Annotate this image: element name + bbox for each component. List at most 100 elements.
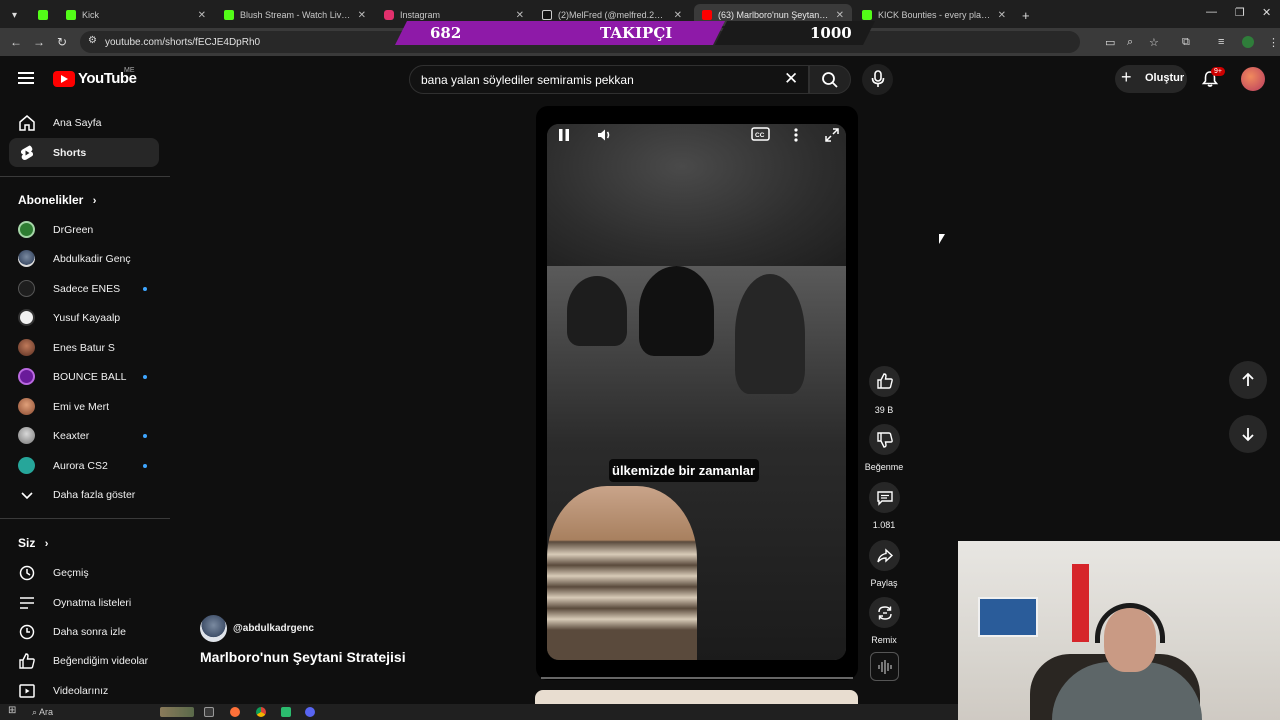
extensions-icon[interactable]: ⧉ <box>1182 36 1190 49</box>
forward-arrow-icon[interactable]: → <box>33 35 45 49</box>
sidebar-item-label: Enes Batur S <box>53 341 115 354</box>
discord-icon[interactable] <box>305 707 315 717</box>
you-heading[interactable]: Siz › <box>18 536 48 550</box>
chrome-icon[interactable] <box>256 707 266 717</box>
hamburger-menu-icon[interactable] <box>18 72 34 84</box>
arrow-up-icon <box>1242 372 1254 386</box>
reload-icon[interactable]: ↻ <box>57 35 67 49</box>
tab-blush-stream[interactable]: Blush Stream - Watch Live on K ✕ <box>216 4 374 26</box>
tab-close-icon[interactable]: ✕ <box>198 10 206 21</box>
sidebar-item-subscription[interactable]: Abdulkadir Genç <box>9 244 159 273</box>
thumbs-up-icon <box>19 653 35 669</box>
fullscreen-icon[interactable] <box>823 126 841 144</box>
section-title: Siz <box>18 536 36 550</box>
creator-avatar[interactable] <box>200 615 227 642</box>
windows-taskbar <box>0 704 958 720</box>
dislike-button[interactable] <box>869 424 900 455</box>
sidebar-item-subscription[interactable]: Aurora CS2 <box>9 451 159 480</box>
video-progress-bar[interactable] <box>541 677 853 679</box>
chevron-down-icon <box>21 492 33 500</box>
sidebar-item-subscription[interactable]: Enes Batur S <box>9 333 159 362</box>
volume-icon[interactable] <box>596 126 614 144</box>
tiktok-icon <box>542 10 552 20</box>
site-info-icon[interactable]: ⚙ <box>88 35 97 46</box>
previous-short-button[interactable] <box>1229 361 1267 399</box>
sidebar-item-label: Beğendiğim videolar <box>53 654 149 667</box>
search-clear-icon[interactable]: ✕ <box>784 69 798 89</box>
maximize-icon[interactable]: ❐ <box>1235 6 1245 19</box>
captions-icon[interactable]: CC <box>751 126 770 142</box>
sidebar-item-label: DrGreen <box>53 223 94 236</box>
sidebar-item-your-videos[interactable]: Videolarınız <box>9 676 159 705</box>
profile-icon[interactable] <box>1242 36 1254 48</box>
share-button[interactable] <box>869 540 900 571</box>
tab-close-icon[interactable]: ✕ <box>836 10 844 21</box>
video-frame[interactable] <box>547 124 846 660</box>
task-view-icon[interactable] <box>204 707 214 717</box>
windows-start-icon[interactable]: ⊞ <box>8 705 18 716</box>
tab-label: (63) Marlboro'nun Şeytani S <box>718 10 830 20</box>
remix-button[interactable] <box>869 597 900 628</box>
sidebar-item-subscription[interactable]: DrGreen <box>9 215 159 244</box>
tab-close-icon[interactable]: ✕ <box>516 10 524 21</box>
sidebar-item-subscription[interactable]: Emi ve Mert <box>9 392 159 421</box>
minimize-icon[interactable]: — <box>1206 6 1217 18</box>
subscriptions-heading[interactable]: Abonelikler › <box>18 193 96 207</box>
sidebar-item-shorts[interactable]: Shorts <box>9 138 159 167</box>
taskbar-search[interactable]: ⌕ Ara <box>32 707 53 718</box>
channel-avatar <box>18 309 35 326</box>
next-short-button[interactable] <box>1229 415 1267 453</box>
country-code: ME <box>124 67 135 74</box>
sidebar-item-home[interactable]: Ana Sayfa <box>9 108 159 137</box>
sidebar-item-liked-videos[interactable]: Beğendiğim videolar <box>9 646 159 675</box>
account-avatar[interactable] <box>1241 67 1265 91</box>
tab-close-icon[interactable]: ✕ <box>358 10 366 21</box>
media-control-icon[interactable]: ≡ <box>1218 36 1224 48</box>
taskbar-widget-icon[interactable] <box>160 707 194 717</box>
sound-button[interactable] <box>870 652 899 681</box>
sidebar-item-playlists[interactable]: Oynatma listeleri <box>9 588 159 617</box>
channel-avatar <box>18 457 35 474</box>
kick-app-icon[interactable] <box>281 707 291 717</box>
tab-close-icon[interactable]: ✕ <box>674 10 682 21</box>
like-button[interactable] <box>869 366 900 397</box>
creator-handle[interactable]: @abdulkadrgenc <box>233 623 314 634</box>
instagram-icon <box>384 10 394 20</box>
chevron-right-icon: › <box>44 538 49 550</box>
sidebar-item-label: Keaxter <box>53 429 90 442</box>
sidebar-item-subscription[interactable]: Sadece ENES <box>9 274 159 303</box>
tab-kick[interactable]: Kick ✕ <box>58 4 214 26</box>
comments-button[interactable] <box>869 482 900 513</box>
more-options-icon[interactable] <box>791 126 801 144</box>
pause-icon[interactable] <box>557 127 571 143</box>
cast-icon[interactable]: ▭ <box>1105 36 1115 49</box>
kick-icon <box>38 10 48 20</box>
video-title[interactable]: Marlboro'nun Şeytani Stratejisi <box>200 649 406 665</box>
next-short-preview[interactable] <box>535 690 858 704</box>
bookmark-star-icon[interactable]: ☆ <box>1149 36 1159 49</box>
sidebar-item-subscription[interactable]: Yusuf Kayaalp <box>9 303 159 332</box>
tab-kick-bounties[interactable]: KICK Bounties - every player fo ✕ <box>854 4 1014 26</box>
search-button[interactable] <box>809 65 851 94</box>
sidebar-item-subscription[interactable]: BOUNCE BALL <box>9 362 159 391</box>
voice-search-button[interactable] <box>862 64 893 95</box>
tab-kick-pinned[interactable] <box>30 4 60 26</box>
menu-kebab-icon[interactable]: ⋮ <box>1268 36 1279 49</box>
comment-icon <box>877 491 893 506</box>
back-arrow-icon[interactable]: ← <box>10 35 22 49</box>
show-more-button[interactable]: Daha fazla göster <box>9 480 159 509</box>
tab-close-icon[interactable]: ✕ <box>998 10 1006 21</box>
sidebar-item-subscription[interactable]: Keaxter <box>9 421 159 450</box>
sidebar-item-watch-later[interactable]: Daha sonra izle <box>9 617 159 646</box>
thumbs-up-icon <box>877 373 893 389</box>
plus-icon: + <box>1121 67 1132 87</box>
zoom-icon[interactable]: ⌕ <box>1127 36 1133 49</box>
youtube-logo-icon[interactable] <box>53 71 75 87</box>
firefox-icon[interactable] <box>230 707 240 717</box>
new-tab-button[interactable]: + <box>1014 4 1036 26</box>
tab-search-icon[interactable]: ▾ <box>4 4 28 26</box>
sidebar-item-history[interactable]: Geçmiş <box>9 558 159 587</box>
sidebar-item-label: Sadece ENES <box>53 282 121 295</box>
new-content-dot <box>143 375 147 379</box>
window-close-icon[interactable]: ✕ <box>1262 6 1271 19</box>
